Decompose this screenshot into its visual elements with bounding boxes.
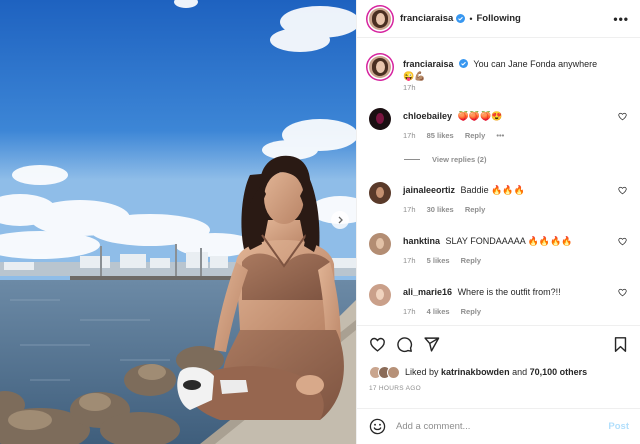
comment-time[interactable]: 17h bbox=[403, 205, 416, 214]
like-comment-heart-icon[interactable] bbox=[618, 237, 627, 246]
heart-icon[interactable] bbox=[369, 336, 386, 353]
comment-item: hanktina SLAY FONDAAAAA 🔥🔥🔥🔥 17h 5 likes… bbox=[369, 233, 629, 273]
post-actions bbox=[357, 325, 640, 362]
post-timestamp[interactable]: 17 HOURS AGO bbox=[369, 385, 421, 392]
commenter-avatar[interactable] bbox=[369, 108, 391, 130]
post-sidebar: franciaraisa • Following ••• franciarais… bbox=[356, 0, 640, 444]
replies-line bbox=[404, 159, 420, 160]
commenter-avatar[interactable] bbox=[369, 284, 391, 306]
comment-likes[interactable]: 5 likes bbox=[427, 256, 450, 265]
reply-button[interactable]: Reply bbox=[465, 131, 485, 140]
caption-meta: 17h bbox=[403, 83, 425, 92]
caption-text: franciaraisa You can Jane Fonda anywhere… bbox=[403, 58, 603, 82]
comment-meta: 17h 85 likes Reply ••• bbox=[403, 131, 513, 140]
author-username[interactable]: franciaraisa bbox=[400, 13, 453, 24]
add-comment-bar: Post bbox=[357, 408, 640, 444]
photo-scene bbox=[0, 0, 356, 444]
comment-item: jainaleeortiz Baddie 🔥🔥🔥 17h 30 likes Re… bbox=[369, 182, 629, 222]
bookmark-icon[interactable] bbox=[612, 336, 629, 353]
comment-username[interactable]: ali_marie16 bbox=[403, 287, 452, 297]
author-avatar[interactable] bbox=[369, 7, 391, 30]
like-comment-heart-icon[interactable] bbox=[618, 186, 627, 195]
caption-avatar[interactable] bbox=[369, 56, 391, 78]
like-comment-heart-icon[interactable] bbox=[618, 112, 627, 121]
comment-body: SLAY FONDAAAAA 🔥🔥🔥🔥 bbox=[445, 236, 573, 246]
comments-list[interactable]: franciaraisa You can Jane Fonda anywhere… bbox=[357, 39, 640, 324]
caption-time[interactable]: 17h bbox=[403, 83, 416, 92]
verified-badge-icon bbox=[456, 14, 466, 23]
separator-dot: • bbox=[469, 13, 473, 24]
liked-by-user[interactable]: katrinakbowden bbox=[441, 367, 510, 377]
liked-by-prefix: Liked by bbox=[405, 367, 439, 377]
emoji-icon[interactable] bbox=[369, 418, 386, 435]
comment-username[interactable]: jainaleeortiz bbox=[403, 185, 455, 195]
reply-button[interactable]: Reply bbox=[461, 256, 481, 265]
liked-by-and: and bbox=[512, 367, 528, 377]
likes-summary: Liked by katrinakbowden and 70,100 other… bbox=[369, 364, 587, 380]
caption: franciaraisa You can Jane Fonda anywhere… bbox=[369, 56, 629, 96]
reply-button[interactable]: Reply bbox=[461, 307, 481, 316]
comment-text: jainaleeortiz Baddie 🔥🔥🔥 bbox=[403, 184, 603, 196]
comment-text: chloebailey 🍑🍑🍑😍 bbox=[403, 110, 603, 122]
verified-badge-icon bbox=[459, 59, 469, 68]
comment-item: chloebailey 🍑🍑🍑😍 17h 85 likes Reply ••• … bbox=[369, 108, 629, 168]
post-comment-button[interactable]: Post bbox=[608, 421, 629, 432]
comment-time[interactable]: 17h bbox=[403, 307, 416, 316]
comment-body: Baddie 🔥🔥🔥 bbox=[460, 185, 525, 195]
comment-item: ali_marie16 Where is the outfit from?!! … bbox=[369, 284, 629, 324]
view-replies-label: View replies (2) bbox=[432, 155, 487, 164]
comment-body: 🍑🍑🍑😍 bbox=[457, 111, 503, 121]
liker-avatar bbox=[387, 365, 400, 379]
liked-by-avatars bbox=[369, 365, 400, 379]
commenter-avatar[interactable] bbox=[369, 233, 391, 255]
comment-username[interactable]: hanktina bbox=[403, 236, 440, 246]
instagram-post: franciaraisa • Following ••• franciarais… bbox=[0, 0, 640, 444]
next-photo-button[interactable] bbox=[331, 211, 349, 229]
comment-body: Where is the outfit from?!! bbox=[457, 287, 561, 297]
comment-meta: 17h 5 likes Reply bbox=[403, 256, 490, 265]
comment-options-button[interactable]: ••• bbox=[496, 131, 504, 140]
comment-input[interactable] bbox=[396, 421, 596, 432]
comment-icon[interactable] bbox=[396, 336, 413, 353]
comment-meta: 17h 4 likes Reply bbox=[403, 307, 490, 316]
caption-username[interactable]: franciaraisa bbox=[403, 59, 454, 69]
comment-time[interactable]: 17h bbox=[403, 256, 416, 265]
comment-likes[interactable]: 85 likes bbox=[427, 131, 454, 140]
comment-text: ali_marie16 Where is the outfit from?!! bbox=[403, 286, 603, 298]
post-photo[interactable] bbox=[0, 0, 356, 444]
chevron-right-icon bbox=[338, 216, 343, 224]
following-button[interactable]: Following bbox=[477, 13, 521, 24]
view-replies-button[interactable]: View replies (2) bbox=[404, 155, 486, 164]
comment-likes[interactable]: 30 likes bbox=[427, 205, 454, 214]
comment-likes[interactable]: 4 likes bbox=[427, 307, 450, 316]
commenter-avatar[interactable] bbox=[369, 182, 391, 204]
comment-username[interactable]: chloebailey bbox=[403, 111, 452, 121]
comment-meta: 17h 30 likes Reply bbox=[403, 205, 494, 214]
more-options-button[interactable]: ••• bbox=[613, 12, 629, 26]
comment-time[interactable]: 17h bbox=[403, 131, 416, 140]
like-comment-heart-icon[interactable] bbox=[618, 288, 627, 297]
reply-button[interactable]: Reply bbox=[465, 205, 485, 214]
comment-text: hanktina SLAY FONDAAAAA 🔥🔥🔥🔥 bbox=[403, 235, 603, 247]
post-header: franciaraisa • Following ••• bbox=[357, 0, 640, 38]
liked-by-others[interactable]: 70,100 others bbox=[530, 367, 588, 377]
share-icon[interactable] bbox=[423, 336, 440, 353]
